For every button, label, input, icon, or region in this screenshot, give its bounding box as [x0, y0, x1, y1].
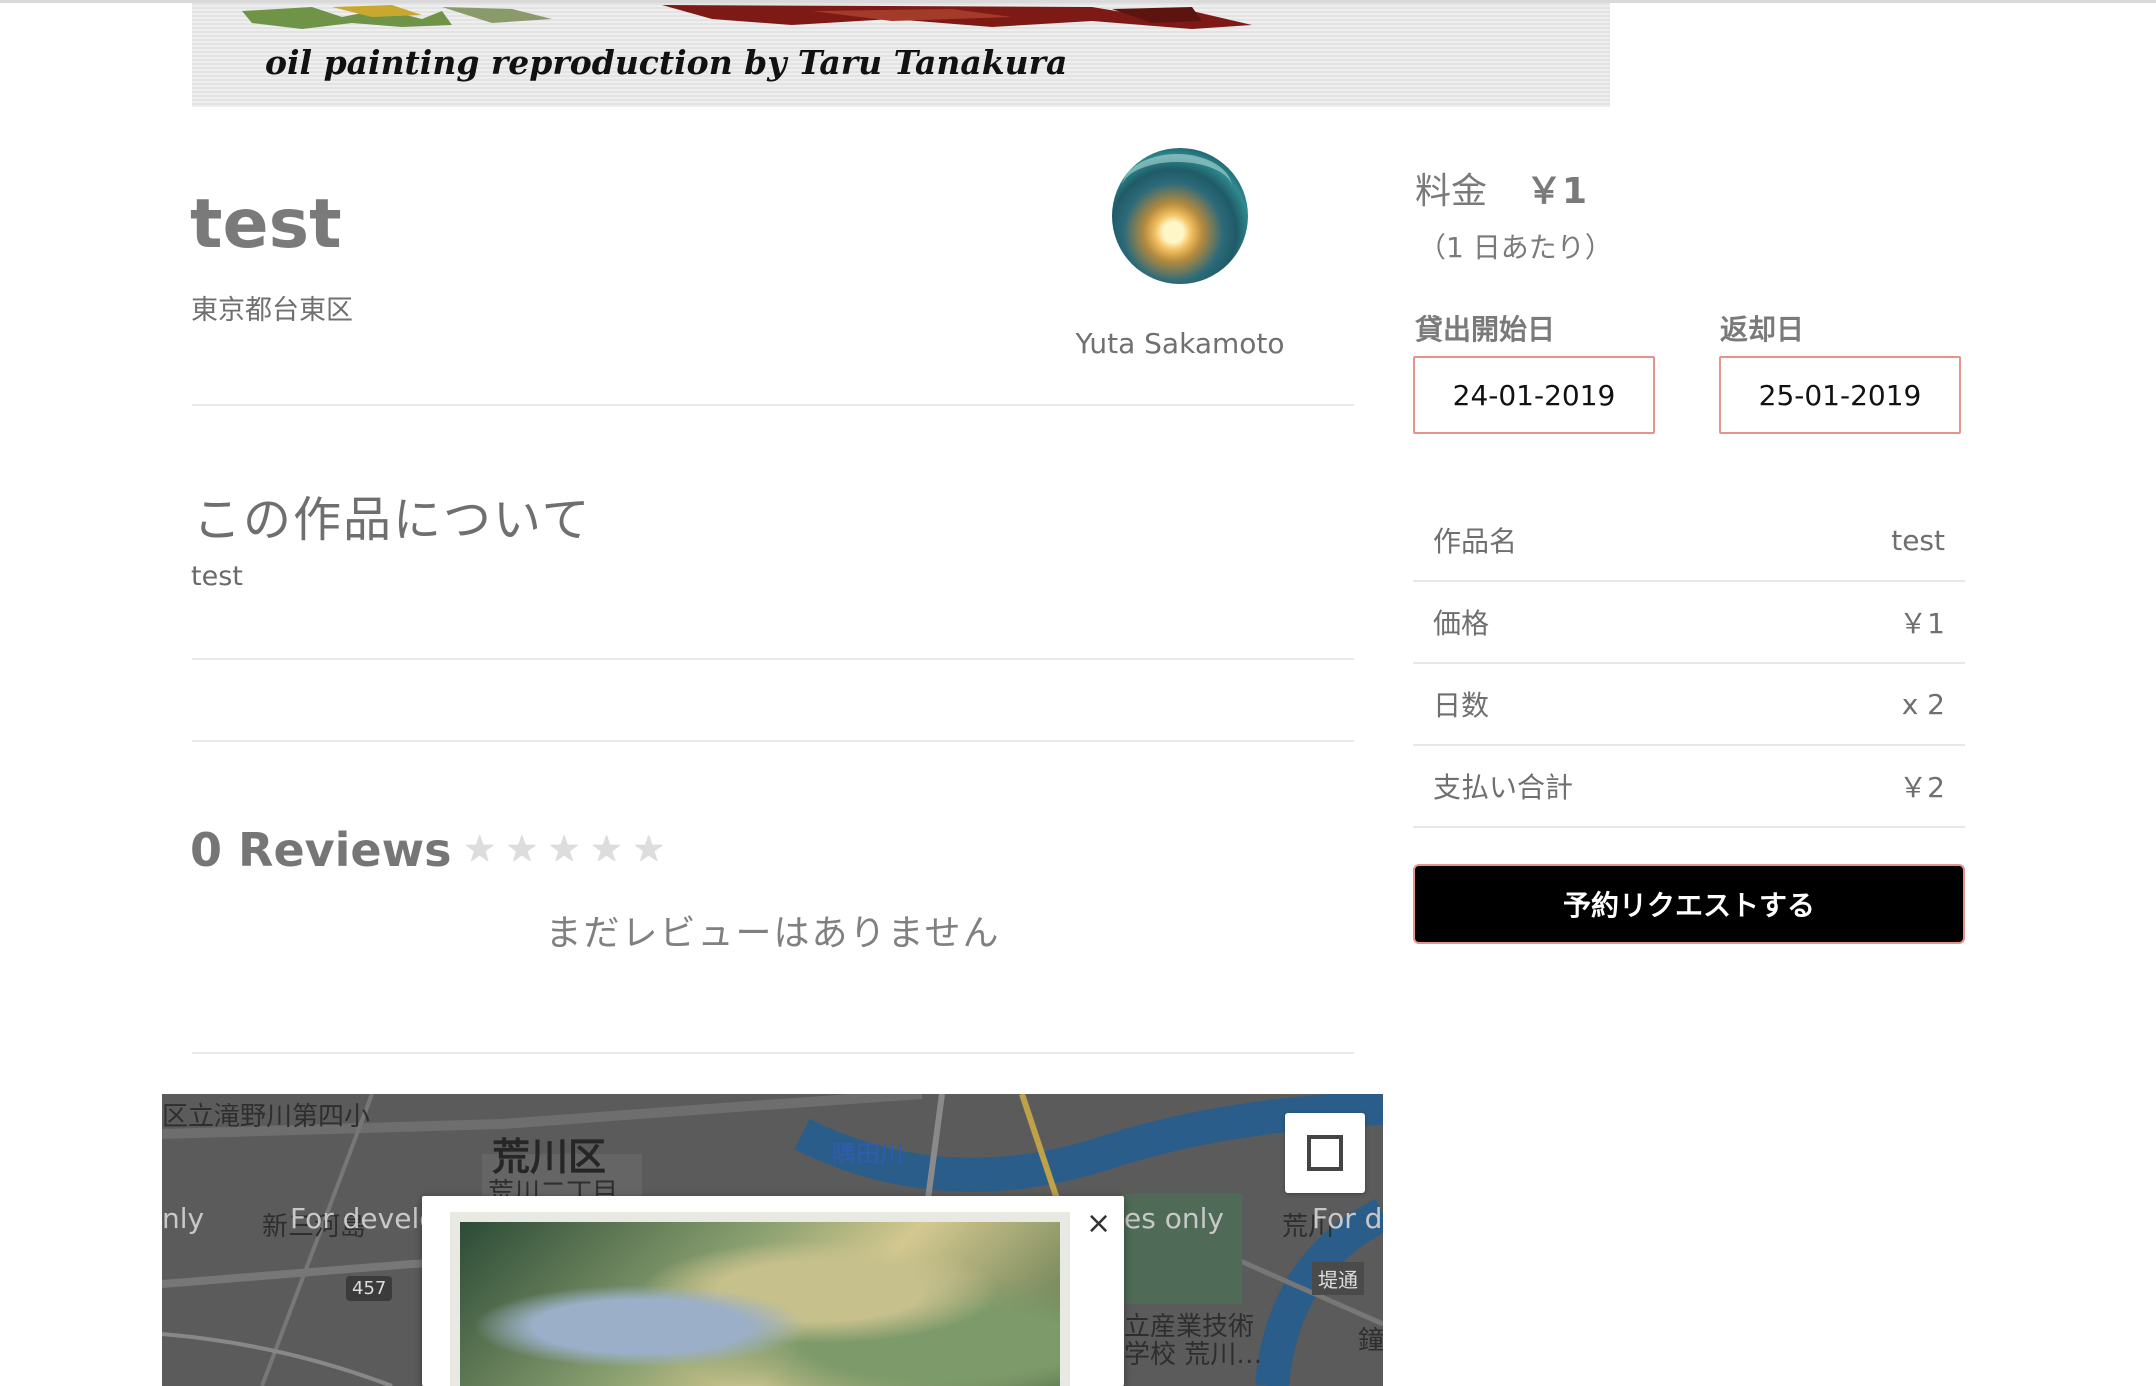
summary-value: ￥2 — [1899, 771, 1945, 804]
end-date-input[interactable] — [1719, 356, 1961, 434]
star-icon: ★ — [505, 829, 539, 870]
reviews-header: 0 Reviews ★ ★ ★ ★ ★ — [190, 820, 675, 880]
end-date-label: 返却日 — [1720, 313, 1805, 346]
star-icon: ★ — [632, 829, 665, 870]
price-summary: 作品名 test 価格 ￥1 日数 x 2 支払い合計 ￥2 — [1413, 500, 1965, 828]
map-label: 鐘 — [1358, 1326, 1383, 1356]
map-dev-watermark: es only — [1124, 1202, 1224, 1235]
summary-row: 価格 ￥1 — [1413, 582, 1965, 664]
map-dev-watermark: For develo — [290, 1202, 437, 1235]
star-icon: ★ — [548, 829, 581, 870]
fullscreen-button[interactable] — [1285, 1113, 1365, 1193]
no-reviews-message: まだレビューはありません — [545, 913, 1001, 954]
route-badge: 457 — [346, 1276, 393, 1301]
summary-label: 作品名 — [1433, 525, 1518, 558]
map-label: 区立滝野川第四小 — [162, 1102, 371, 1132]
location-map[interactable]: 区立滝野川第四小 荒川区 荒川二丁目 隅田川 新三河島 荒川 立産業技術 学校 … — [162, 1094, 1383, 1386]
start-date-label: 貸出開始日 — [1415, 313, 1556, 346]
price-label: 料金 — [1415, 171, 1488, 212]
host-avatar[interactable] — [1112, 148, 1248, 284]
summary-label: 支払い合計 — [1433, 771, 1574, 804]
hero-banner: oil painting reproduction by Taru Tanaku… — [192, 3, 1610, 107]
divider — [192, 1052, 1354, 1054]
artwork-thumbnail[interactable] — [450, 1212, 1070, 1386]
summary-row: 日数 x 2 — [1413, 664, 1965, 746]
summary-value: x 2 — [1901, 687, 1945, 721]
summary-value: ￥1 — [1899, 607, 1945, 640]
divider — [192, 658, 1354, 660]
hero-caption: oil painting reproduction by Taru Tanaku… — [265, 43, 1068, 82]
map-dev-watermark: For d — [1312, 1202, 1383, 1235]
host-name[interactable]: Yuta Sakamoto — [1040, 327, 1320, 360]
price-value: ￥1 — [1526, 171, 1588, 212]
listing-location: 東京都台東区 — [191, 295, 353, 326]
reserve-request-button[interactable]: 予約リクエストする — [1413, 864, 1965, 944]
divider — [192, 404, 1354, 406]
close-icon[interactable]: × — [1086, 1206, 1111, 1241]
about-body: test — [191, 561, 243, 592]
summary-row: 作品名 test — [1413, 500, 1965, 582]
start-date-input[interactable] — [1413, 356, 1655, 434]
map-label: 学校 荒川… — [1124, 1340, 1263, 1370]
summary-label: 日数 — [1433, 689, 1490, 722]
summary-row: 支払い合計 ￥2 — [1413, 746, 1965, 828]
about-heading: この作品について — [193, 492, 592, 548]
listing-title: test — [190, 185, 342, 264]
summary-label: 価格 — [1433, 607, 1490, 640]
star-icon: ★ — [590, 829, 623, 870]
map-label: 堤通 — [1312, 1262, 1364, 1295]
star-icon: ★ — [463, 829, 496, 870]
map-label: 隅田川 — [832, 1140, 904, 1168]
reviews-title: 0 Reviews — [190, 823, 452, 877]
map-info-popup: × — [422, 1196, 1124, 1386]
price-unit: （1 日あたり） — [1418, 231, 1613, 264]
divider — [192, 740, 1354, 742]
map-dev-watermark: nly — [162, 1202, 205, 1235]
summary-value: test — [1891, 523, 1945, 557]
